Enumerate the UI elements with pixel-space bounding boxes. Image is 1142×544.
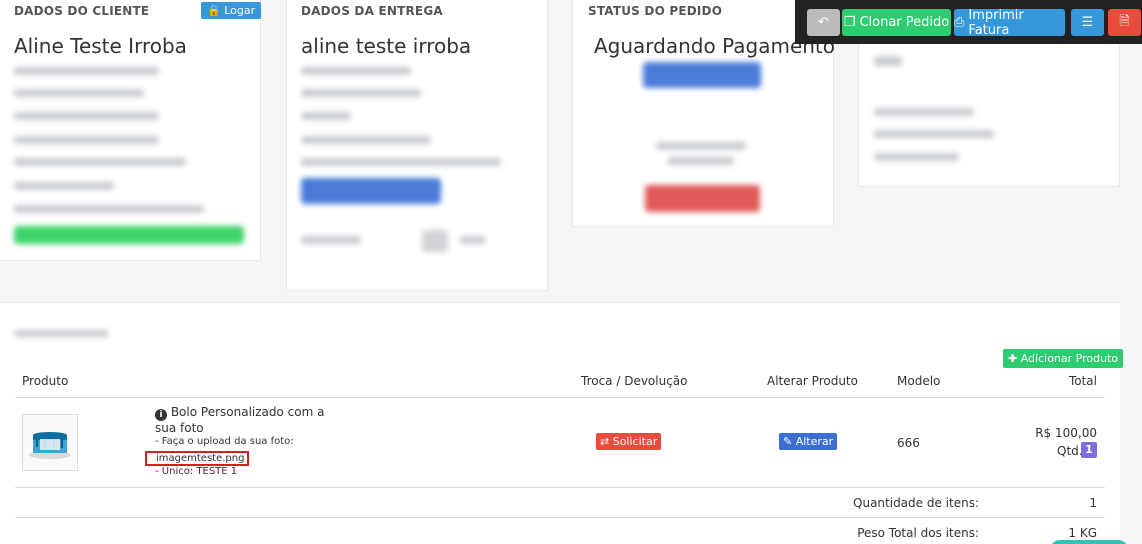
login-button-label: Logar [224,4,256,17]
order-toolbar: ↶ ❐ Clonar Pedido ⎙ Imprimir Fatura ☰ 🗎 [795,0,1142,44]
list-icon: ☰ [1081,15,1094,30]
pdf-icon: 🗎 [1119,13,1130,29]
col-change-product: Alterar Produto [767,374,858,388]
request-exchange-button[interactable]: ⇄ Solicitar [596,433,662,450]
option-unique: - Único: TESTE 1 [155,466,238,477]
col-exchange: Troca / Devolução [581,374,688,388]
product-price: R$ 100,00 [1035,426,1097,440]
copy-icon: ❐ [843,15,856,30]
status-panel-title: STATUS DO PEDIDO [588,4,723,18]
back-button[interactable]: ↶ [807,9,840,36]
clone-order-button[interactable]: ❐ Clonar Pedido [842,9,951,36]
plus-icon: ✚ [1008,352,1018,365]
list-button[interactable]: ☰ [1071,9,1104,36]
reply-icon: ↶ [818,15,829,30]
summary-value-items: 1 [1089,496,1097,510]
product-thumbnail[interactable] [22,414,78,471]
add-product-label: Adicionar Produto [1020,352,1119,365]
exchange-icon: ⇄ [600,435,610,448]
print-icon: ⎙ [954,15,965,30]
print-invoice-label: Imprimir Fatura [968,7,1024,38]
product-name: Bolo Personalizado com a sua foto [155,405,325,435]
qty-badge: 1 [1081,442,1097,458]
print-invoice-button[interactable]: ⎙ Imprimir Fatura [954,7,1065,38]
summary-value-weight: 1 KG [1068,526,1097,540]
col-model: Modelo [897,374,941,388]
login-button[interactable]: 🔒 Logar [201,2,262,19]
add-product-button[interactable]: ✚ Adicionar Produto [1003,349,1124,368]
header-divider [15,397,1105,398]
lock-icon: 🔒 [207,4,221,17]
clone-order-label: Clonar Pedido [859,15,950,30]
change-product-button[interactable]: ✎ Alterar [779,433,838,450]
cake-image [23,415,77,470]
info-icon: i [155,409,167,421]
change-product-label: Alterar [795,435,834,448]
product-model: 666 [897,436,920,450]
delivery-panel-title: DADOS DA ENTREGA [301,4,443,18]
summary-label-items: Quantidade de itens: [853,496,979,510]
row-divider [15,487,1105,488]
pdf-button[interactable]: 🗎 [1108,9,1141,36]
product-name-block: i Bolo Personalizado com a sua foto [155,405,330,436]
col-product: Produto [22,374,69,388]
customer-name: Aline Teste Irroba [14,34,187,58]
summary-divider [15,517,1105,518]
summary-label-weight: Peso Total dos itens: [857,526,979,540]
delivery-name: aline teste irroba [301,34,472,58]
qty-label: Qtd. [1057,444,1083,458]
pencil-icon: ✎ [783,435,793,448]
option-upload-file[interactable]: imagemteste.png [145,451,249,466]
customer-panel-title: DADOS DO CLIENTE [14,4,150,18]
chat-widget-edge[interactable] [1050,540,1128,544]
col-total: Total [1068,374,1097,388]
option-upload-label: - Faça o upload da sua foto: [155,436,294,447]
request-exchange-label: Solicitar [612,435,658,448]
